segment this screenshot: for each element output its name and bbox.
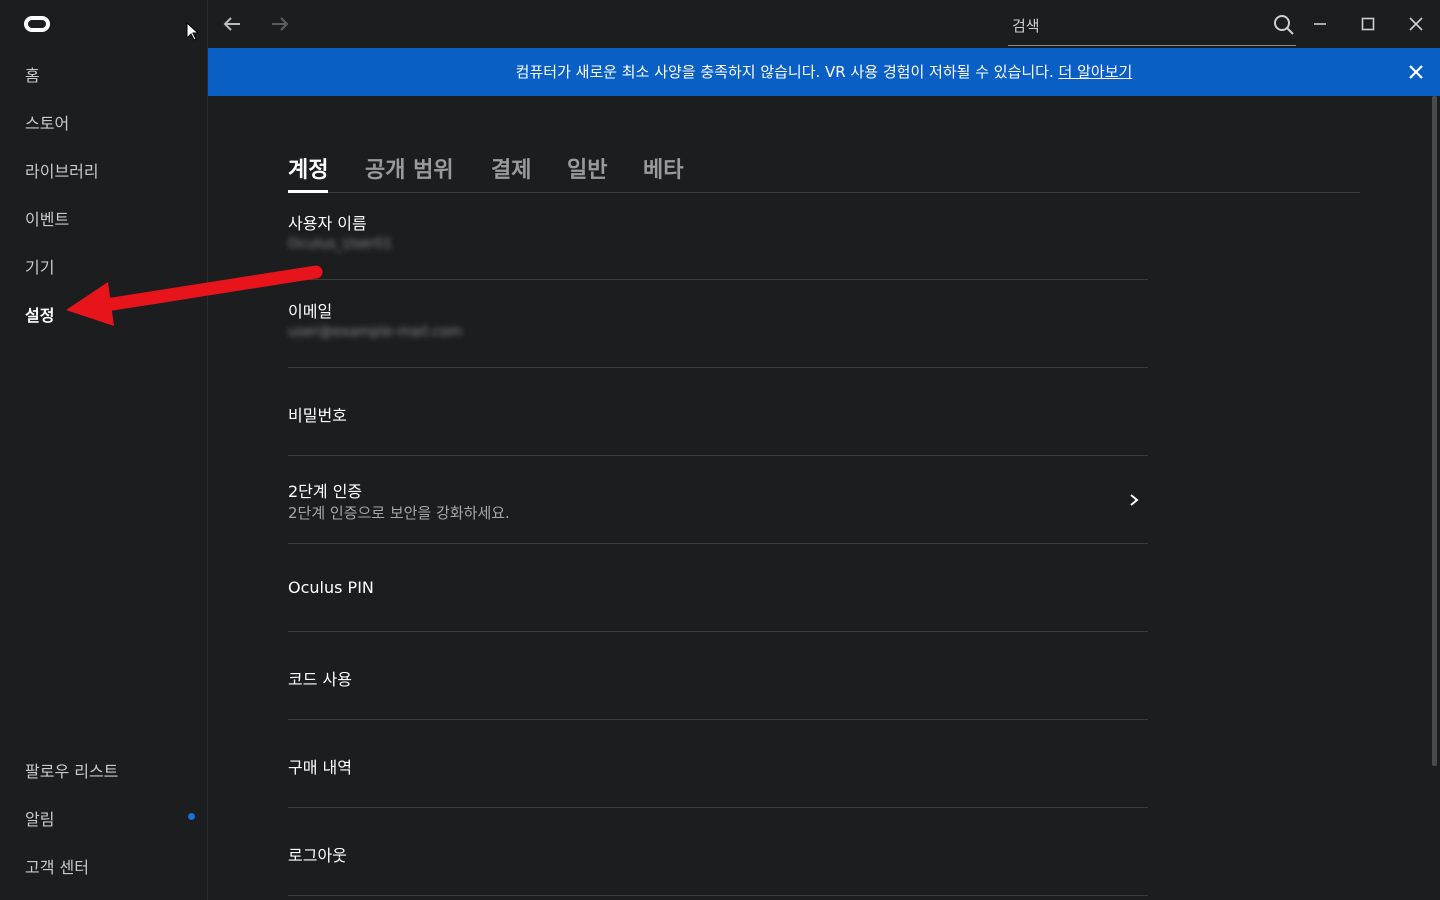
logout-label: 로그아웃	[288, 846, 347, 865]
purchase-history-row[interactable]: 구매 내역	[288, 720, 1148, 808]
password-label: 비밀번호	[288, 406, 347, 425]
back-arrow-icon[interactable]	[220, 12, 244, 36]
settings-list: 사용자 이름 Oculus_User01 이메일 user@example-ma…	[288, 192, 1148, 896]
sidebar-item-library[interactable]: 라이브러리	[25, 158, 99, 182]
sidebar-item-settings[interactable]: 설정	[25, 302, 54, 326]
username-value: Oculus_User01	[288, 236, 393, 252]
logout-row[interactable]: 로그아웃	[288, 808, 1148, 896]
redeem-code-label: 코드 사용	[288, 670, 352, 689]
minimize-icon[interactable]	[1308, 12, 1332, 36]
search-input[interactable]	[1010, 14, 1264, 38]
banner-text: 컴퓨터가 새로운 최소 사양을 충족하지 않습니다. VR 사용 경험이 저하될…	[515, 63, 1054, 81]
purchase-history-label: 구매 내역	[288, 758, 352, 777]
two-factor-description: 2단계 인증으로 보안을 강화하세요.	[288, 504, 510, 522]
sidebar-item-home[interactable]: 홈	[25, 62, 40, 86]
warning-banner: 컴퓨터가 새로운 최소 사양을 충족하지 않습니다. VR 사용 경험이 저하될…	[208, 48, 1440, 96]
forward-arrow-icon[interactable]	[268, 12, 292, 36]
tab-general[interactable]: 일반	[567, 152, 607, 190]
oculus-logo-icon[interactable]	[24, 16, 50, 32]
maximize-icon[interactable]	[1356, 12, 1380, 36]
tab-payments[interactable]: 결제	[491, 152, 531, 190]
sidebar-item-events[interactable]: 이벤트	[25, 206, 69, 230]
tab-account[interactable]: 계정	[288, 152, 329, 193]
top-bar	[208, 0, 1440, 48]
email-value: user@example-mail.com	[288, 324, 463, 340]
oculus-pin-row[interactable]: Oculus PIN	[288, 544, 1148, 632]
oculus-pin-label: Oculus PIN	[288, 578, 374, 597]
tab-privacy[interactable]: 공개 범위	[365, 152, 454, 190]
password-row[interactable]: 비밀번호	[288, 368, 1148, 456]
two-factor-label: 2단계 인증	[288, 482, 363, 501]
sidebar: 홈 스토어 라이브러리 이벤트 기기 설정 팔로우 리스트 알림 고객 센터	[0, 0, 208, 900]
email-row[interactable]: 이메일 user@example-mail.com	[288, 280, 1148, 368]
sidebar-item-store[interactable]: 스토어	[25, 110, 69, 134]
email-label: 이메일	[288, 302, 333, 321]
settings-main: 계정 공개 범위 결제 일반 베타 사용자 이름 Oculus_User01 이…	[208, 96, 1440, 900]
notification-dot	[188, 813, 195, 820]
settings-tabs: 계정 공개 범위 결제 일반 베타	[288, 152, 1360, 193]
two-factor-row[interactable]: 2단계 인증 2단계 인증으로 보안을 강화하세요.	[288, 456, 1148, 544]
redeem-code-row[interactable]: 코드 사용	[288, 632, 1148, 720]
username-row[interactable]: 사용자 이름 Oculus_User01	[288, 192, 1148, 280]
close-window-icon[interactable]	[1404, 12, 1428, 36]
learn-more-link[interactable]: 더 알아보기	[1059, 63, 1133, 81]
search-bar	[1008, 6, 1296, 46]
username-label: 사용자 이름	[288, 214, 367, 233]
chevron-right-icon	[1130, 494, 1139, 506]
mouse-cursor-icon	[186, 22, 200, 41]
banner-close-icon[interactable]	[1408, 64, 1424, 80]
scrollbar[interactable]	[1432, 96, 1437, 766]
sidebar-item-notifications[interactable]: 알림	[25, 806, 54, 830]
sidebar-item-devices[interactable]: 기기	[25, 254, 54, 278]
tab-beta[interactable]: 베타	[643, 152, 683, 190]
sidebar-item-help-center[interactable]: 고객 센터	[25, 854, 89, 878]
search-icon[interactable]	[1273, 14, 1295, 36]
sidebar-item-wishlist[interactable]: 팔로우 리스트	[25, 758, 118, 782]
